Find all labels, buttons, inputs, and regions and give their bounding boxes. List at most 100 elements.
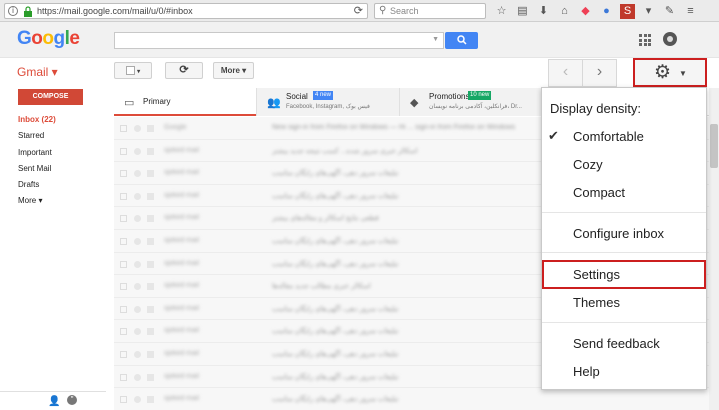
account-avatar-icon[interactable] xyxy=(663,32,677,46)
tab-primary[interactable]: ▭ Primary xyxy=(114,88,256,116)
chevron-down-icon[interactable]: ▼ xyxy=(432,36,439,43)
pocket-icon[interactable]: ◆ xyxy=(578,4,593,19)
important-icon[interactable] xyxy=(147,125,154,132)
hangouts-icon[interactable]: " xyxy=(67,395,77,405)
nav-item-drafts[interactable]: Drafts xyxy=(18,177,108,193)
row-checkbox[interactable] xyxy=(120,260,127,268)
menu-item-themes[interactable]: Themes xyxy=(573,295,620,310)
google-logo[interactable]: Google xyxy=(17,28,80,50)
nav-item-more[interactable]: More ▾ xyxy=(18,193,108,209)
hangouts-bar: 👤 " xyxy=(0,391,106,410)
mail-search-input[interactable]: ▼ xyxy=(114,32,444,49)
important-icon[interactable] xyxy=(147,260,154,268)
info-icon[interactable]: i xyxy=(8,6,18,16)
important-icon[interactable] xyxy=(147,237,154,245)
menu-item-comfortable[interactable]: Comfortable xyxy=(573,129,644,144)
home-icon[interactable]: ⌂ xyxy=(557,4,572,19)
download-icon[interactable]: ⬇ xyxy=(536,4,551,19)
star-icon[interactable] xyxy=(134,237,141,245)
row-checkbox[interactable] xyxy=(120,147,127,155)
star-icon[interactable] xyxy=(134,170,141,178)
important-icon[interactable] xyxy=(147,396,154,404)
person-icon[interactable]: 👤 xyxy=(48,396,60,407)
url-text: https://mail.google.com/mail/u/0/#inbox xyxy=(37,6,193,16)
select-checkbox-button[interactable]: ▾ xyxy=(114,62,152,79)
star-icon[interactable] xyxy=(134,125,141,132)
row-checkbox[interactable] xyxy=(120,125,127,132)
browser-search-input[interactable]: ⚲ Search xyxy=(374,3,486,19)
important-icon[interactable] xyxy=(147,170,154,178)
sync-icon[interactable]: ● xyxy=(599,4,614,19)
row-checkbox[interactable] xyxy=(120,170,127,178)
important-icon[interactable] xyxy=(147,215,154,223)
tab-social[interactable]: 👥 Social 4 new Facebook, Instagram, فیس … xyxy=(256,88,399,116)
star-icon[interactable] xyxy=(134,260,141,268)
important-icon[interactable] xyxy=(147,328,154,336)
settings-gear-button[interactable]: ⚙ ▼ xyxy=(633,58,707,87)
menu-item-settings[interactable]: Settings xyxy=(573,267,620,282)
important-icon[interactable] xyxy=(147,305,154,313)
nav-item-inbox[interactable]: Inbox (22) xyxy=(18,112,108,128)
row-checkbox[interactable] xyxy=(120,215,127,223)
menu-item-help[interactable]: Help xyxy=(573,364,600,379)
star-icon[interactable] xyxy=(134,215,141,223)
star-icon[interactable] xyxy=(134,305,141,313)
nav-item-important[interactable]: Important xyxy=(18,145,108,161)
important-icon[interactable] xyxy=(147,192,154,200)
email-sender: spiked mail xyxy=(164,169,200,177)
star-icon[interactable] xyxy=(134,283,141,291)
bookmark-icon[interactable]: ▾ xyxy=(641,4,656,19)
next-page-button[interactable]: › xyxy=(583,60,616,86)
reload-icon[interactable]: ⟳ xyxy=(354,4,363,17)
email-sender: spiked mail xyxy=(164,191,200,199)
email-sender: spiked mail xyxy=(164,236,200,244)
previous-page-button[interactable]: ‹ xyxy=(549,60,583,86)
important-icon[interactable] xyxy=(147,147,154,155)
row-checkbox[interactable] xyxy=(120,305,127,313)
tab-label: Social xyxy=(286,92,308,101)
row-checkbox[interactable] xyxy=(120,328,127,336)
menu-item-compact[interactable]: Compact xyxy=(573,185,625,200)
star-icon[interactable] xyxy=(134,350,141,358)
menu-item-send-feedback[interactable]: Send feedback xyxy=(573,336,660,351)
left-navigation: Inbox (22) Starred Important Sent Mail D… xyxy=(18,112,108,210)
pen-icon[interactable]: ✎ xyxy=(662,4,677,19)
checkbox-icon xyxy=(125,66,135,76)
star-icon[interactable] xyxy=(134,373,141,381)
star-icon[interactable] xyxy=(134,328,141,336)
scrollbar-thumb[interactable] xyxy=(710,124,718,168)
apps-grid-icon[interactable] xyxy=(639,34,651,46)
gmail-menu[interactable]: Gmail ▾ xyxy=(17,65,58,79)
star-icon[interactable] xyxy=(134,396,141,404)
search-button[interactable] xyxy=(445,32,478,49)
reading-list-icon[interactable]: ▤ xyxy=(515,4,530,19)
tab-promotions[interactable]: ◆ Promotions 10 new فرانکلین، آکادمی برن… xyxy=(399,88,542,116)
more-button[interactable]: More ▾ xyxy=(213,62,254,79)
important-icon[interactable] xyxy=(147,283,154,291)
row-checkbox[interactable] xyxy=(120,192,127,200)
row-checkbox[interactable] xyxy=(120,373,127,381)
row-checkbox[interactable] xyxy=(120,237,127,245)
menu-item-cozy[interactable]: Cozy xyxy=(573,157,603,172)
page-scrollbar[interactable] xyxy=(709,88,719,410)
people-icon: 👥 xyxy=(267,97,281,109)
star-icon[interactable] xyxy=(134,192,141,200)
compose-button[interactable]: COMPOSE xyxy=(18,89,83,105)
nav-item-sent[interactable]: Sent Mail xyxy=(18,161,108,177)
row-checkbox[interactable] xyxy=(120,283,127,291)
email-row[interactable]: spiked mail تبلیغات سرور دهی، آگهی‌های را… xyxy=(114,388,714,410)
important-icon[interactable] xyxy=(147,350,154,358)
url-bar[interactable]: i https://mail.google.com/mail/u/0/#inbo… xyxy=(4,3,368,19)
important-icon[interactable] xyxy=(147,373,154,381)
star-icon[interactable]: ☆ xyxy=(494,4,509,19)
star-icon[interactable] xyxy=(134,147,141,155)
menu-icon[interactable]: ≡ xyxy=(683,4,698,19)
addon-icon[interactable]: S xyxy=(620,3,635,19)
row-checkbox[interactable] xyxy=(120,396,127,404)
menu-item-configure-inbox[interactable]: Configure inbox xyxy=(573,226,664,241)
row-checkbox[interactable] xyxy=(120,350,127,358)
nav-item-starred[interactable]: Starred xyxy=(18,128,108,144)
tab-subtitle: فرانکلین، آکادمی برنامه نویسان، Dr... xyxy=(429,104,522,110)
refresh-button[interactable]: ⟳ xyxy=(165,62,203,79)
email-sender: spiked mail xyxy=(164,214,200,222)
